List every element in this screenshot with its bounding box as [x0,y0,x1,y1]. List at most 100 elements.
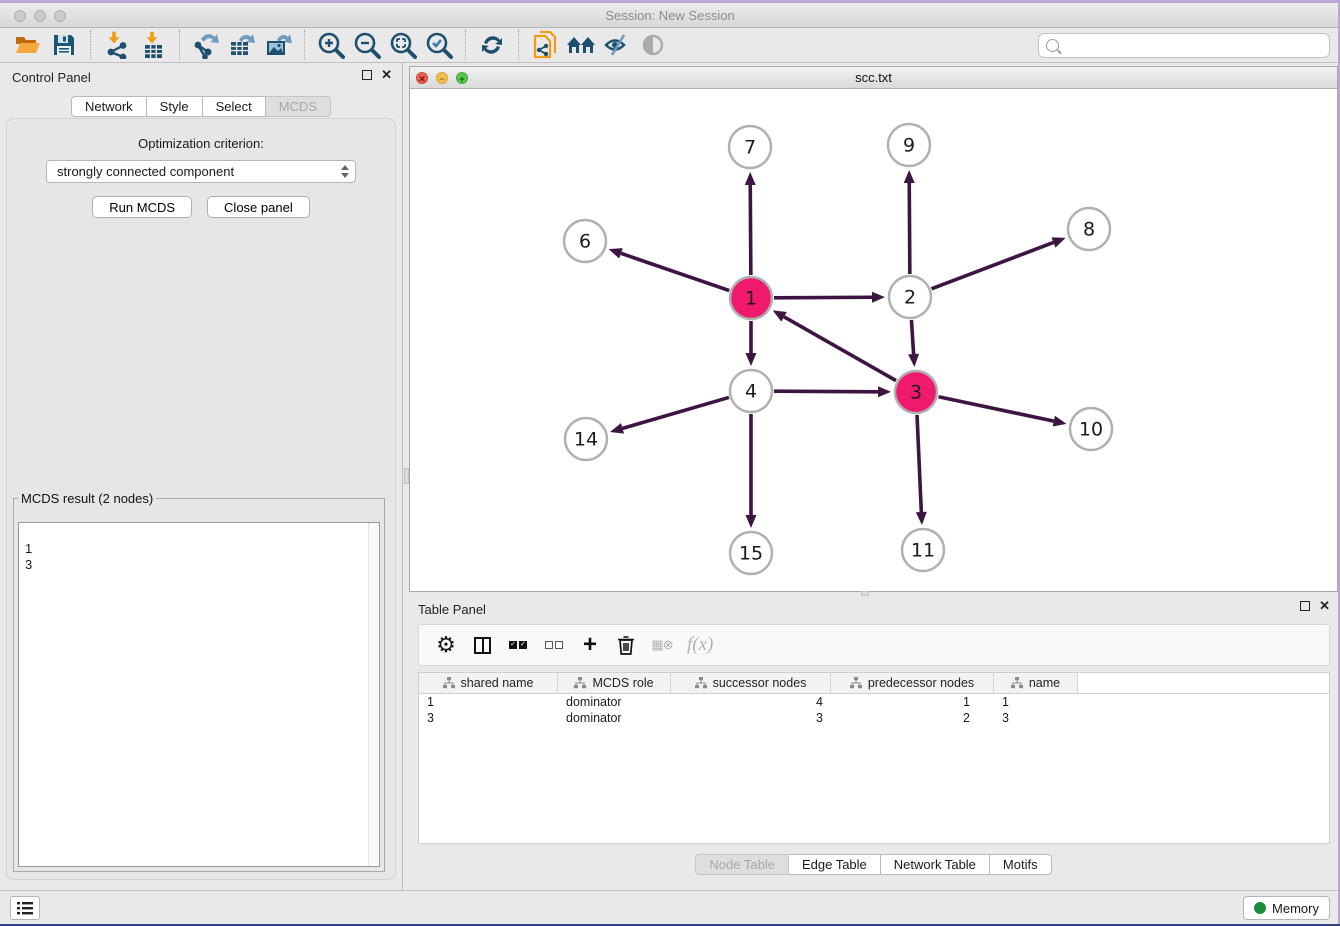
graph-edge-2-8[interactable] [932,242,1054,288]
table-cell[interactable]: 3 [419,710,558,726]
add-column-icon[interactable]: + [579,632,601,658]
tab-mcds[interactable]: MCDS [266,96,331,117]
zoom-selected-icon[interactable] [421,29,457,61]
toolbar-separator [179,30,180,60]
optimization-criterion-select[interactable]: strongly connected component [46,160,356,183]
hierarchy-icon [850,677,862,689]
deselect-all-icon[interactable] [543,632,565,658]
column-header-successor-nodes[interactable]: successor nodes [671,673,831,693]
memory-status-icon [1254,902,1266,914]
home-icon[interactable] [563,29,599,61]
export-image-icon[interactable] [260,29,296,61]
table-cell[interactable]: 1 [831,694,994,710]
tab-motifs[interactable]: Motifs [990,854,1052,875]
result-scrollbar[interactable] [368,523,379,866]
export-table-icon[interactable] [224,29,260,61]
export-network-icon[interactable] [188,29,224,61]
graph-node-label: 9 [903,135,915,157]
hide-panels-icon[interactable] [599,29,635,61]
table-row[interactable]: 1dominator411 [419,694,1329,710]
graph-edge-3-10[interactable] [939,397,1054,421]
graph-edge-1-7[interactable] [750,185,751,275]
gear-icon[interactable]: ⚙ [435,632,457,658]
table-cell[interactable]: 1 [419,694,558,710]
graph-edge-2-9[interactable] [909,183,910,274]
graph-edge-4-14[interactable] [622,397,728,428]
graph-edge-arrow [878,386,891,397]
tab-network[interactable]: Network [71,96,147,117]
node-table[interactable]: shared nameMCDS rolesuccessor nodesprede… [418,672,1330,844]
graph-edge-arrow [746,515,757,528]
table-tabs: Node TableEdge TableNetwork TableMotifs [409,854,1338,875]
column-header-shared-name[interactable]: shared name [419,673,558,693]
graph-edge-1-2[interactable] [774,297,872,298]
control-panel-tabs: NetworkStyleSelectMCDS [0,96,402,117]
open-folder-icon[interactable] [10,29,46,61]
tab-network-table[interactable]: Network Table [881,854,990,875]
toolbar-separator [304,30,305,60]
tab-edge-table[interactable]: Edge Table [789,854,881,875]
split-columns-icon[interactable] [471,632,493,658]
optimization-criterion-label: Optimization criterion: [7,136,395,151]
vertical-splitter[interactable] [402,63,409,890]
zoom-out-icon[interactable] [349,29,385,61]
tab-node-table[interactable]: Node Table [695,854,789,875]
mcds-result-lines: 1 3 [25,541,32,572]
close-panel-button[interactable]: Close panel [207,196,310,218]
save-icon[interactable] [46,29,82,61]
run-mcds-button[interactable]: Run MCDS [92,196,192,218]
table-toolbar: ⚙ ✓✓ + ▦⊗ f(x) [418,624,1330,666]
function-builder-icon[interactable]: f(x) [687,632,713,658]
tab-select[interactable]: Select [203,96,266,117]
graph-node-label: 11 [911,540,935,562]
graph-node-label: 4 [745,381,757,403]
task-history-button[interactable] [10,896,40,920]
table-cell[interactable]: 3 [671,710,831,726]
toolbar-separator [90,30,91,60]
search-input[interactable] [1063,36,1329,56]
table-cell[interactable]: 2 [831,710,994,726]
toggle-view-icon[interactable] [635,29,671,61]
graph-node-label: 14 [574,429,598,451]
graph-edge-3-11[interactable] [917,415,921,512]
desktop-edge-top [0,0,1340,3]
search-box[interactable] [1038,33,1330,58]
column-header-MCDS-role[interactable]: MCDS role [558,673,671,693]
duplicate-network-icon[interactable] [527,29,563,61]
network-canvas[interactable]: 1234678910111415 [410,89,1337,591]
graph-edge-1-6[interactable] [621,253,729,290]
memory-button[interactable]: Memory [1243,896,1330,920]
close-table-panel-icon[interactable]: ✕ [1319,601,1330,611]
delete-column-icon[interactable]: ▦⊗ [651,632,673,658]
mcds-result-text[interactable]: 1 3 [18,522,380,867]
tab-style[interactable]: Style [147,96,203,117]
control-panel-header: Control Panel ✕ [0,63,402,89]
zoom-fit-icon[interactable] [385,29,421,61]
graph-edge-2-3[interactable] [911,320,913,354]
table-cell[interactable]: 4 [671,694,831,710]
graph-node-label: 3 [910,382,922,404]
hierarchy-icon [443,677,455,689]
graph-edge-4-3[interactable] [774,391,878,392]
network-titlebar[interactable]: ✕ − + scc.txt [410,67,1337,89]
refresh-icon[interactable] [474,29,510,61]
select-all-icon[interactable]: ✓✓ [507,632,529,658]
close-panel-icon[interactable]: ✕ [381,70,392,80]
table-cell[interactable]: dominator [558,694,671,710]
import-table-icon[interactable] [135,29,171,61]
import-network-icon[interactable] [99,29,135,61]
delete-icon[interactable] [615,632,637,658]
table-cell[interactable]: 3 [994,710,1078,726]
graph-edge-3-1[interactable] [784,317,896,381]
table-row[interactable]: 3dominator323 [419,710,1329,726]
table-cell[interactable]: dominator [558,710,671,726]
float-table-panel-icon[interactable] [1300,601,1310,611]
zoom-in-icon[interactable] [313,29,349,61]
table-cell[interactable]: 1 [994,694,1078,710]
float-panel-icon[interactable] [362,70,372,80]
network-window: ✕ − + scc.txt 1234678910111415 [409,66,1338,592]
graph-edge-arrow [609,248,623,258]
graph-edge-arrow [872,292,885,303]
column-header-predecessor-nodes[interactable]: predecessor nodes [831,673,994,693]
column-header-name[interactable]: name [994,673,1078,693]
